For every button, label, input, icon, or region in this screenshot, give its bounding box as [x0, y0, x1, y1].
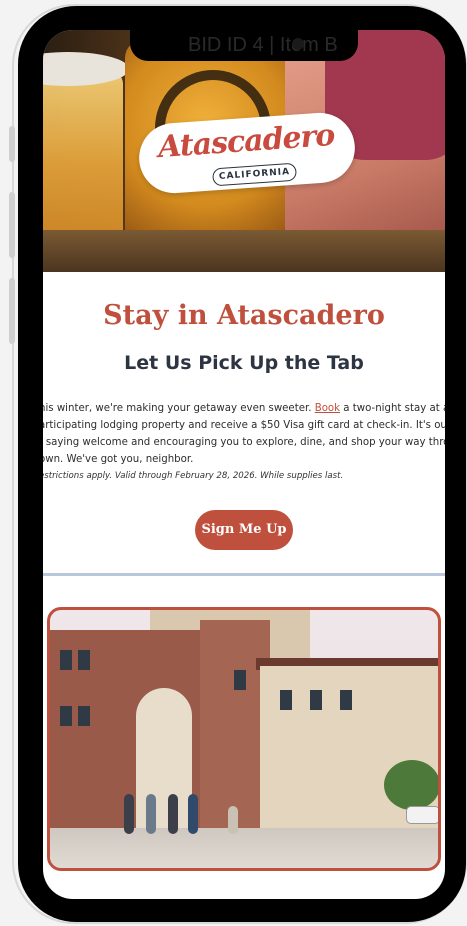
- fine-print: estrictions apply. Valid through Februar…: [43, 471, 344, 481]
- logo-script-text: Atascadero: [156, 117, 336, 166]
- body-line-1-post: a two-night stay at a: [340, 403, 445, 414]
- window: [340, 690, 352, 710]
- window: [280, 690, 292, 710]
- window: [234, 670, 246, 690]
- status-bar-text: BID ID 4 | Item B: [188, 34, 338, 56]
- hero-image: Atascadero CALIFORNIA: [43, 30, 445, 272]
- mute-switch: [9, 126, 15, 162]
- window: [78, 706, 90, 726]
- body-line-3: f saying welcome and encouraging you to …: [43, 437, 445, 448]
- pedestrian: [228, 806, 238, 834]
- window: [310, 690, 322, 710]
- window: [78, 650, 90, 670]
- volume-up-button: [9, 192, 15, 258]
- body-paragraph: his winter, we're making your getaway ev…: [43, 400, 445, 468]
- volume-down-button: [9, 278, 15, 344]
- table: [43, 230, 445, 272]
- page-title: Stay in Atascadero: [103, 300, 385, 331]
- logo-sub-text: CALIFORNIA: [211, 162, 298, 187]
- page-subtitle: Let Us Pick Up the Tab: [124, 352, 364, 374]
- front-camera: [292, 38, 304, 50]
- pedestrian: [124, 794, 134, 834]
- sign-me-up-button[interactable]: Sign Me Up: [195, 510, 293, 550]
- car: [406, 806, 438, 824]
- downtown-building-photo: [47, 607, 441, 871]
- body-line-2: articipating lodging property and receiv…: [43, 420, 445, 431]
- pedestrian: [168, 794, 178, 834]
- sidewalk: [50, 828, 438, 868]
- window: [60, 650, 72, 670]
- body-line-1-pre: his winter, we're making your getaway ev…: [43, 403, 315, 414]
- pedestrian: [146, 794, 156, 834]
- pedestrian: [188, 794, 198, 834]
- tree: [384, 760, 438, 810]
- email-screen[interactable]: Atascadero CALIFORNIA Stay in Atascadero…: [43, 30, 445, 899]
- body-line-1: his winter, we're making your getaway ev…: [43, 400, 445, 417]
- book-link[interactable]: Book: [315, 403, 340, 414]
- window: [60, 706, 72, 726]
- section-divider: [43, 573, 445, 576]
- body-line-4: own. We've got you, neighbor.: [43, 454, 194, 465]
